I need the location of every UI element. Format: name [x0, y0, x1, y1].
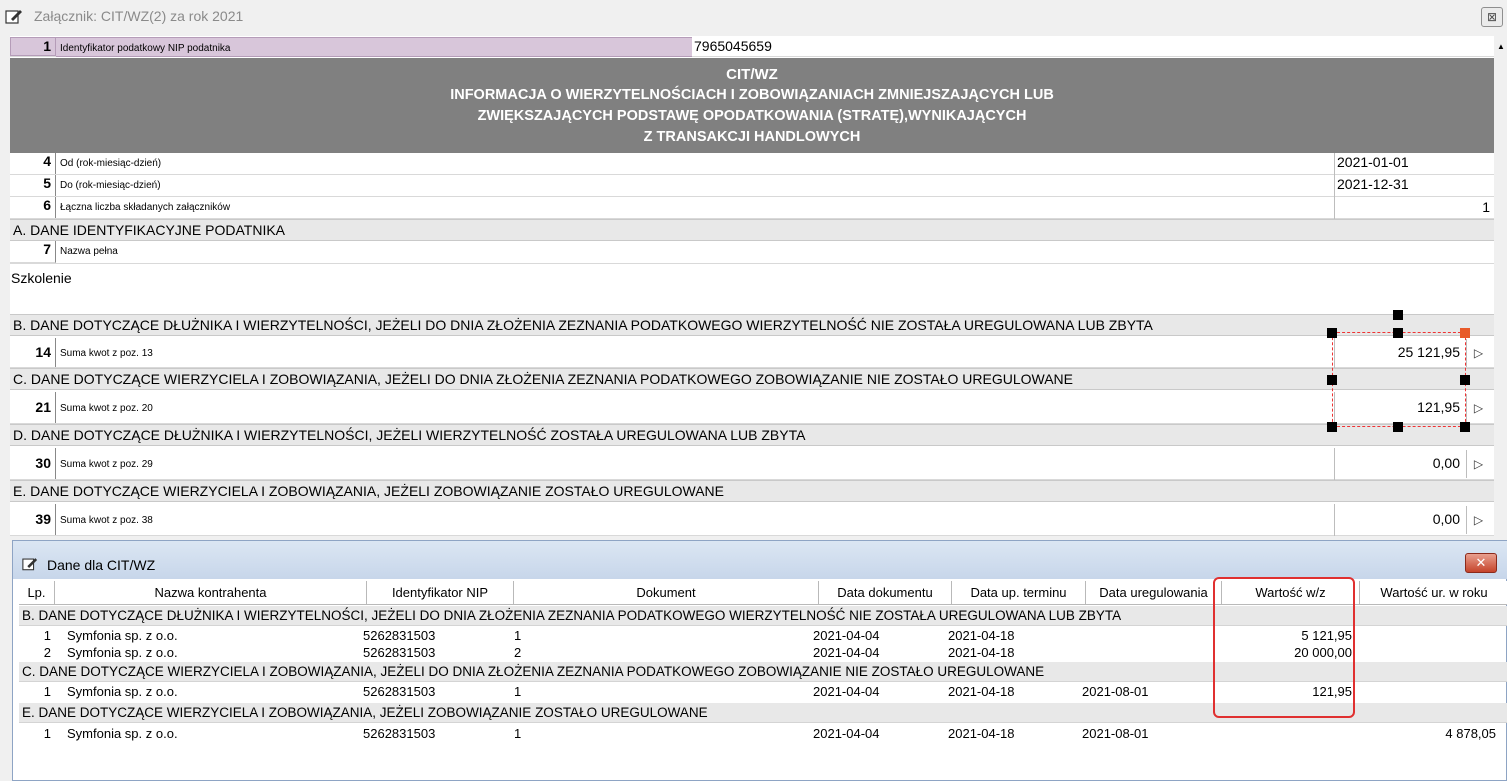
- column-header-paid-date[interactable]: Data uregulowania: [1086, 581, 1222, 605]
- column-header-due-date[interactable]: Data up. terminu: [952, 581, 1086, 605]
- sum-39-field[interactable]: 0,00: [1334, 504, 1466, 536]
- resize-handle[interactable]: [1327, 422, 1337, 432]
- resize-handle[interactable]: [1393, 328, 1403, 338]
- attachments-count-field[interactable]: 1: [1334, 197, 1494, 219]
- field-number: 30: [10, 448, 56, 479]
- attachments-count-row: 6 Łączna liczba składanych załączników 1: [10, 197, 1494, 219]
- form-header-line: CIT/WZ: [726, 66, 778, 83]
- full-name-label: Nazwa pełna: [60, 246, 118, 257]
- edit-document-icon: [5, 10, 22, 24]
- date-from-label: Od (rok-miesiąc-dzień): [60, 158, 162, 169]
- resize-handle[interactable]: [1460, 422, 1470, 432]
- window-titlebar: Załącznik: CIT/WZ(2) za rok 2021 ⊠: [0, 0, 1507, 36]
- column-header-name[interactable]: Nazwa kontrahenta: [55, 581, 367, 605]
- sum-14-details-button[interactable]: ▷: [1466, 339, 1490, 367]
- sum-30-row: 30 Suma kwot z poz. 29 0,00 ▷: [10, 448, 1494, 480]
- resize-handle[interactable]: [1460, 375, 1470, 385]
- table-row[interactable]: 1 Symfonia sp. z o.o. 5262831503 1 2021-…: [19, 725, 1507, 742]
- sum-14-label: Suma kwot z poz. 13: [60, 348, 153, 359]
- sum-39-label: Suma kwot z poz. 38: [60, 515, 153, 526]
- date-to-row: 5 Do (rok-miesiąc-dzień) 2021-12-31: [10, 175, 1494, 197]
- column-header-lp[interactable]: Lp.: [19, 581, 55, 605]
- nip-row: 1 Identyfikator podatkowy NIP podatnika …: [10, 37, 1494, 57]
- field-number: 21: [10, 392, 56, 423]
- field-number: 1: [10, 37, 56, 56]
- form-header-line: ZWIĘKSZAJĄCYCH PODSTAWĘ OPODATKOWANIA (S…: [477, 108, 1027, 124]
- sum-39-details-button[interactable]: ▷: [1466, 506, 1490, 534]
- form-header-line: INFORMACJA O WIERZYTELNOŚCIACH I ZOBOWIĄ…: [450, 87, 1054, 103]
- column-header-document[interactable]: Dokument: [514, 581, 819, 605]
- dialog-title: Dane dla CIT/WZ: [47, 557, 156, 573]
- section-c-header: C. DANE DOTYCZĄCE WIERZYCIELA I ZOBOWIĄZ…: [10, 368, 1494, 390]
- sum-21-details-button[interactable]: ▷: [1466, 394, 1490, 422]
- nip-field[interactable]: 7965045659: [694, 38, 772, 54]
- sum-30-field[interactable]: 0,00: [1334, 448, 1466, 480]
- scroll-up-icon[interactable]: ▲: [1497, 42, 1505, 51]
- dialog-close-button[interactable]: ✕: [1465, 553, 1497, 573]
- date-from-row: 4 Od (rok-miesiąc-dzień) 2021-01-01: [10, 153, 1494, 175]
- resize-handle[interactable]: [1460, 328, 1470, 338]
- sum-14-row: 14 Suma kwot z poz. 13 25 121,95 ▷: [10, 338, 1494, 368]
- section-a-header: A. DANE IDENTYFIKACYJNE PODATNIKA: [10, 219, 1494, 241]
- column-header-nip[interactable]: Identyfikator NIP: [367, 581, 514, 605]
- date-to-field[interactable]: 2021-12-31: [1334, 175, 1494, 197]
- field-number: 6: [10, 197, 56, 218]
- section-b-header: B. DANE DOTYCZĄCE DŁUŻNIKA I WIERZYTELNO…: [10, 314, 1494, 336]
- full-name-field[interactable]: Szkolenie: [10, 263, 1494, 313]
- column-header-doc-date[interactable]: Data dokumentu: [819, 581, 952, 605]
- resize-handle[interactable]: [1327, 328, 1337, 338]
- form-scrollbar[interactable]: [1494, 36, 1507, 536]
- field-number: 39: [10, 504, 56, 535]
- rotate-handle[interactable]: [1393, 310, 1403, 320]
- sum-30-details-button[interactable]: ▷: [1466, 450, 1490, 478]
- dialog-titlebar: Dane dla CIT/WZ ✕: [13, 541, 1507, 579]
- attachments-count-label: Łączna liczba składanych załączników: [60, 202, 231, 213]
- section-e-header: E. DANE DOTYCZĄCE WIERZYCIELA I ZOBOWIĄZ…: [10, 480, 1494, 502]
- sum-21-label: Suma kwot z poz. 20: [60, 403, 153, 414]
- field-number: 14: [10, 338, 56, 367]
- edit-document-icon: [22, 558, 38, 571]
- sum-21-row: 21 Suma kwot z poz. 20 121,95 ▷: [10, 392, 1494, 424]
- form-header-line: Z TRANSAKCJI HANDLOWYCH: [643, 129, 861, 145]
- selection-frame[interactable]: [1332, 332, 1466, 427]
- window-title: Załącznik: CIT/WZ(2) za rok 2021: [34, 8, 244, 24]
- nip-label: Identyfikator podatkowy NIP podatnika: [60, 43, 231, 54]
- form-header: CIT/WZ INFORMACJA O WIERZYTELNOŚCIACH I …: [10, 58, 1494, 153]
- window-close-button[interactable]: ⊠: [1481, 7, 1503, 27]
- sum-30-label: Suma kwot z poz. 29: [60, 459, 153, 470]
- sum-39-row: 39 Suma kwot z poz. 38 0,00 ▷: [10, 504, 1494, 536]
- full-name-row: 7 Nazwa pełna: [10, 241, 1494, 263]
- date-from-field[interactable]: 2021-01-01: [1334, 153, 1494, 175]
- field-number: 7: [10, 241, 56, 263]
- resize-handle[interactable]: [1393, 422, 1403, 432]
- section-d-header: D. DANE DOTYCZĄCE DŁUŻNIKA I WIERZYTELNO…: [10, 424, 1494, 446]
- resize-handle[interactable]: [1327, 375, 1337, 385]
- value-column-highlight: [1213, 577, 1355, 718]
- form-panel: 1 Identyfikator podatkowy NIP podatnika …: [10, 36, 1494, 536]
- field-number: 4: [10, 153, 56, 174]
- field-number: 5: [10, 175, 56, 196]
- column-header-value-year[interactable]: Wartość ur. w roku: [1360, 581, 1507, 605]
- date-to-label: Do (rok-miesiąc-dzień): [60, 180, 161, 191]
